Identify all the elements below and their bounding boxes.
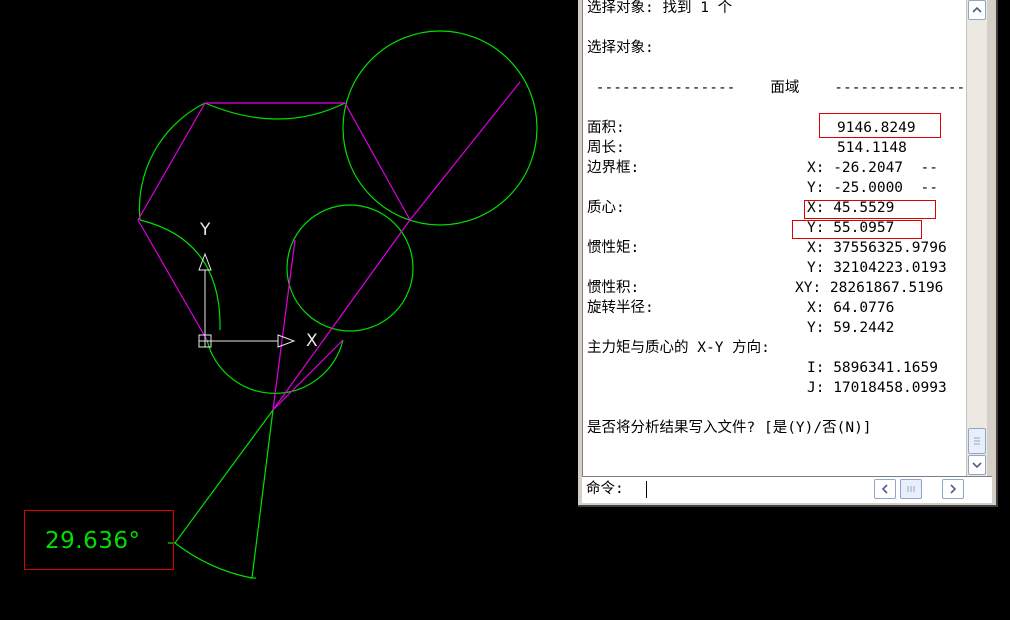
centroid-y-highlight-box — [792, 220, 922, 239]
history-line-select-prompt: 选择对象: — [587, 40, 654, 56]
area-label: 面积: — [587, 120, 625, 136]
chevron-up-icon[interactable] — [968, 0, 986, 20]
gyration-y-value: Y: 59.2442 — [807, 320, 895, 336]
ucs-x-label: X — [306, 331, 318, 351]
dimension-arc[interactable] — [174, 542, 253, 579]
command-prompt-label: 命令: — [586, 481, 624, 497]
perimeter-label: 周长: — [587, 140, 625, 156]
moi-x-value: X: 37556325.9796 — [807, 240, 947, 256]
chevron-right-icon[interactable] — [942, 479, 964, 499]
moi-label: 惯性矩: — [587, 240, 640, 256]
write-file-prompt: 是否将分析结果写入文件? [是(Y)/否(N)] — [587, 420, 872, 436]
gyration-label: 旋转半径: — [587, 300, 654, 316]
command-input-row[interactable]: 命令: — [582, 476, 992, 503]
centroid-x-highlight-box — [804, 200, 936, 219]
perimeter-value: 514.1148 — [837, 140, 907, 156]
principal-i-value: I: 5896341.1659 — [807, 360, 938, 376]
history-line-select-found: 选择对象: 找到 1 个 — [587, 0, 733, 16]
command-window[interactable]: 选择对象: 找到 1 个 选择对象: ---------------- 面域 -… — [578, 0, 998, 507]
chevron-down-icon[interactable] — [968, 455, 986, 475]
construction-line[interactable] — [137, 102, 206, 221]
circle-middle[interactable] — [286, 204, 414, 332]
construction-line[interactable] — [137, 219, 208, 341]
poi-label: 惯性积: — [587, 280, 640, 296]
arc-top[interactable] — [204, 102, 346, 120]
vertical-scroll-thumb[interactable] — [968, 428, 986, 454]
vertical-scrollbar[interactable] — [966, 0, 987, 476]
ucs-icon — [198, 252, 296, 348]
area-highlight-box — [819, 113, 941, 138]
chevron-left-icon[interactable] — [874, 479, 896, 499]
moi-y-value: Y: 32104223.0193 — [807, 260, 947, 276]
horizontal-scroll-thumb[interactable] — [900, 479, 922, 499]
bbox-x-value: X: -26.2047 -- — [807, 160, 938, 176]
command-history[interactable]: 选择对象: 找到 1 个 选择对象: ---------------- 面域 -… — [582, 0, 967, 476]
principal-j-value: J: 17018458.0993 — [807, 380, 947, 396]
gyration-x-value: X: 64.0776 — [807, 300, 895, 316]
centroid-label: 质心: — [587, 200, 625, 216]
section-header: ---------------- 面域 ---------------- — [587, 80, 967, 96]
horizontal-scrollbar[interactable] — [874, 479, 966, 499]
text-caret — [646, 481, 647, 498]
poi-xy-value: XY: 28261867.5196 — [795, 280, 944, 296]
circle-top-right[interactable] — [342, 30, 538, 226]
angle-dimension-label[interactable]: 29.636° — [45, 528, 140, 554]
ucs-y-label: Y — [200, 220, 211, 240]
arc-bottom[interactable] — [206, 339, 344, 394]
construction-line[interactable] — [409, 81, 521, 221]
principal-label: 主力矩与质心的 X-Y 方向: — [587, 340, 770, 356]
bbox-y-value: Y: -25.0000 -- — [807, 180, 938, 196]
bbox-label: 边界框: — [587, 160, 640, 176]
